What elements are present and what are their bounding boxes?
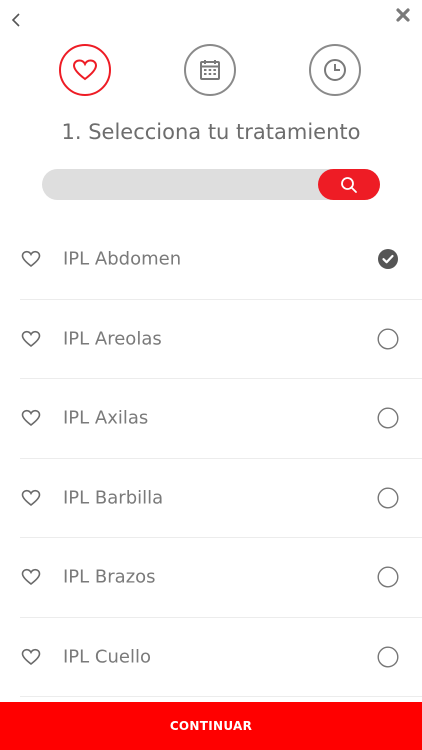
close-icon: [396, 8, 410, 22]
treatment-label: IPL Areolas: [63, 328, 162, 350]
radio-circle-icon[interactable]: [377, 328, 399, 350]
heart-icon[interactable]: [21, 329, 41, 349]
close-button[interactable]: [392, 4, 414, 26]
back-button[interactable]: [6, 8, 26, 32]
treatment-label: IPL Axilas: [63, 407, 149, 429]
chevron-left-icon: [11, 13, 20, 27]
radio-circle-icon[interactable]: [377, 566, 399, 588]
heart-icon[interactable]: [21, 567, 41, 587]
search-input[interactable]: [42, 169, 322, 200]
search-button[interactable]: [318, 169, 380, 200]
continue-button[interactable]: CONTINUAR: [0, 702, 422, 750]
list-item[interactable]: IPL Areolas: [20, 300, 422, 379]
list-item[interactable]: IPL Cuello: [20, 618, 422, 697]
treatment-list: IPL Abdomen IPL Areolas IPL Axilas IPL B…: [0, 220, 422, 697]
step-indicator: [0, 44, 422, 96]
radio-circle-icon[interactable]: [377, 407, 399, 429]
heart-icon[interactable]: [21, 647, 41, 667]
search-icon: [341, 176, 357, 193]
radio-circle-icon[interactable]: [377, 487, 399, 509]
treatment-label: IPL Abdomen: [63, 248, 182, 270]
step-time[interactable]: [309, 44, 361, 96]
heart-icon: [72, 59, 98, 81]
top-bar: [0, 0, 422, 40]
heart-icon[interactable]: [21, 488, 41, 508]
heart-icon[interactable]: [21, 249, 41, 269]
list-item[interactable]: IPL Brazos: [20, 538, 422, 618]
list-item[interactable]: IPL Axilas: [20, 379, 422, 459]
page-title: 1. Selecciona tu tratamiento: [61, 120, 361, 144]
treatment-label: IPL Cuello: [63, 646, 151, 668]
checkmark-circle-icon[interactable]: [377, 248, 399, 270]
radio-circle-icon[interactable]: [377, 646, 399, 668]
heart-icon[interactable]: [21, 408, 41, 428]
step-treatment[interactable]: [59, 44, 111, 96]
search-bar: [42, 169, 380, 200]
treatment-label: IPL Barbilla: [63, 487, 164, 509]
step-date[interactable]: [184, 44, 236, 96]
treatment-label: IPL Brazos: [63, 566, 156, 588]
clock-icon: [324, 59, 346, 81]
list-item[interactable]: IPL Abdomen: [20, 220, 422, 300]
list-item[interactable]: IPL Barbilla: [20, 459, 422, 538]
calendar-icon: [200, 60, 220, 80]
